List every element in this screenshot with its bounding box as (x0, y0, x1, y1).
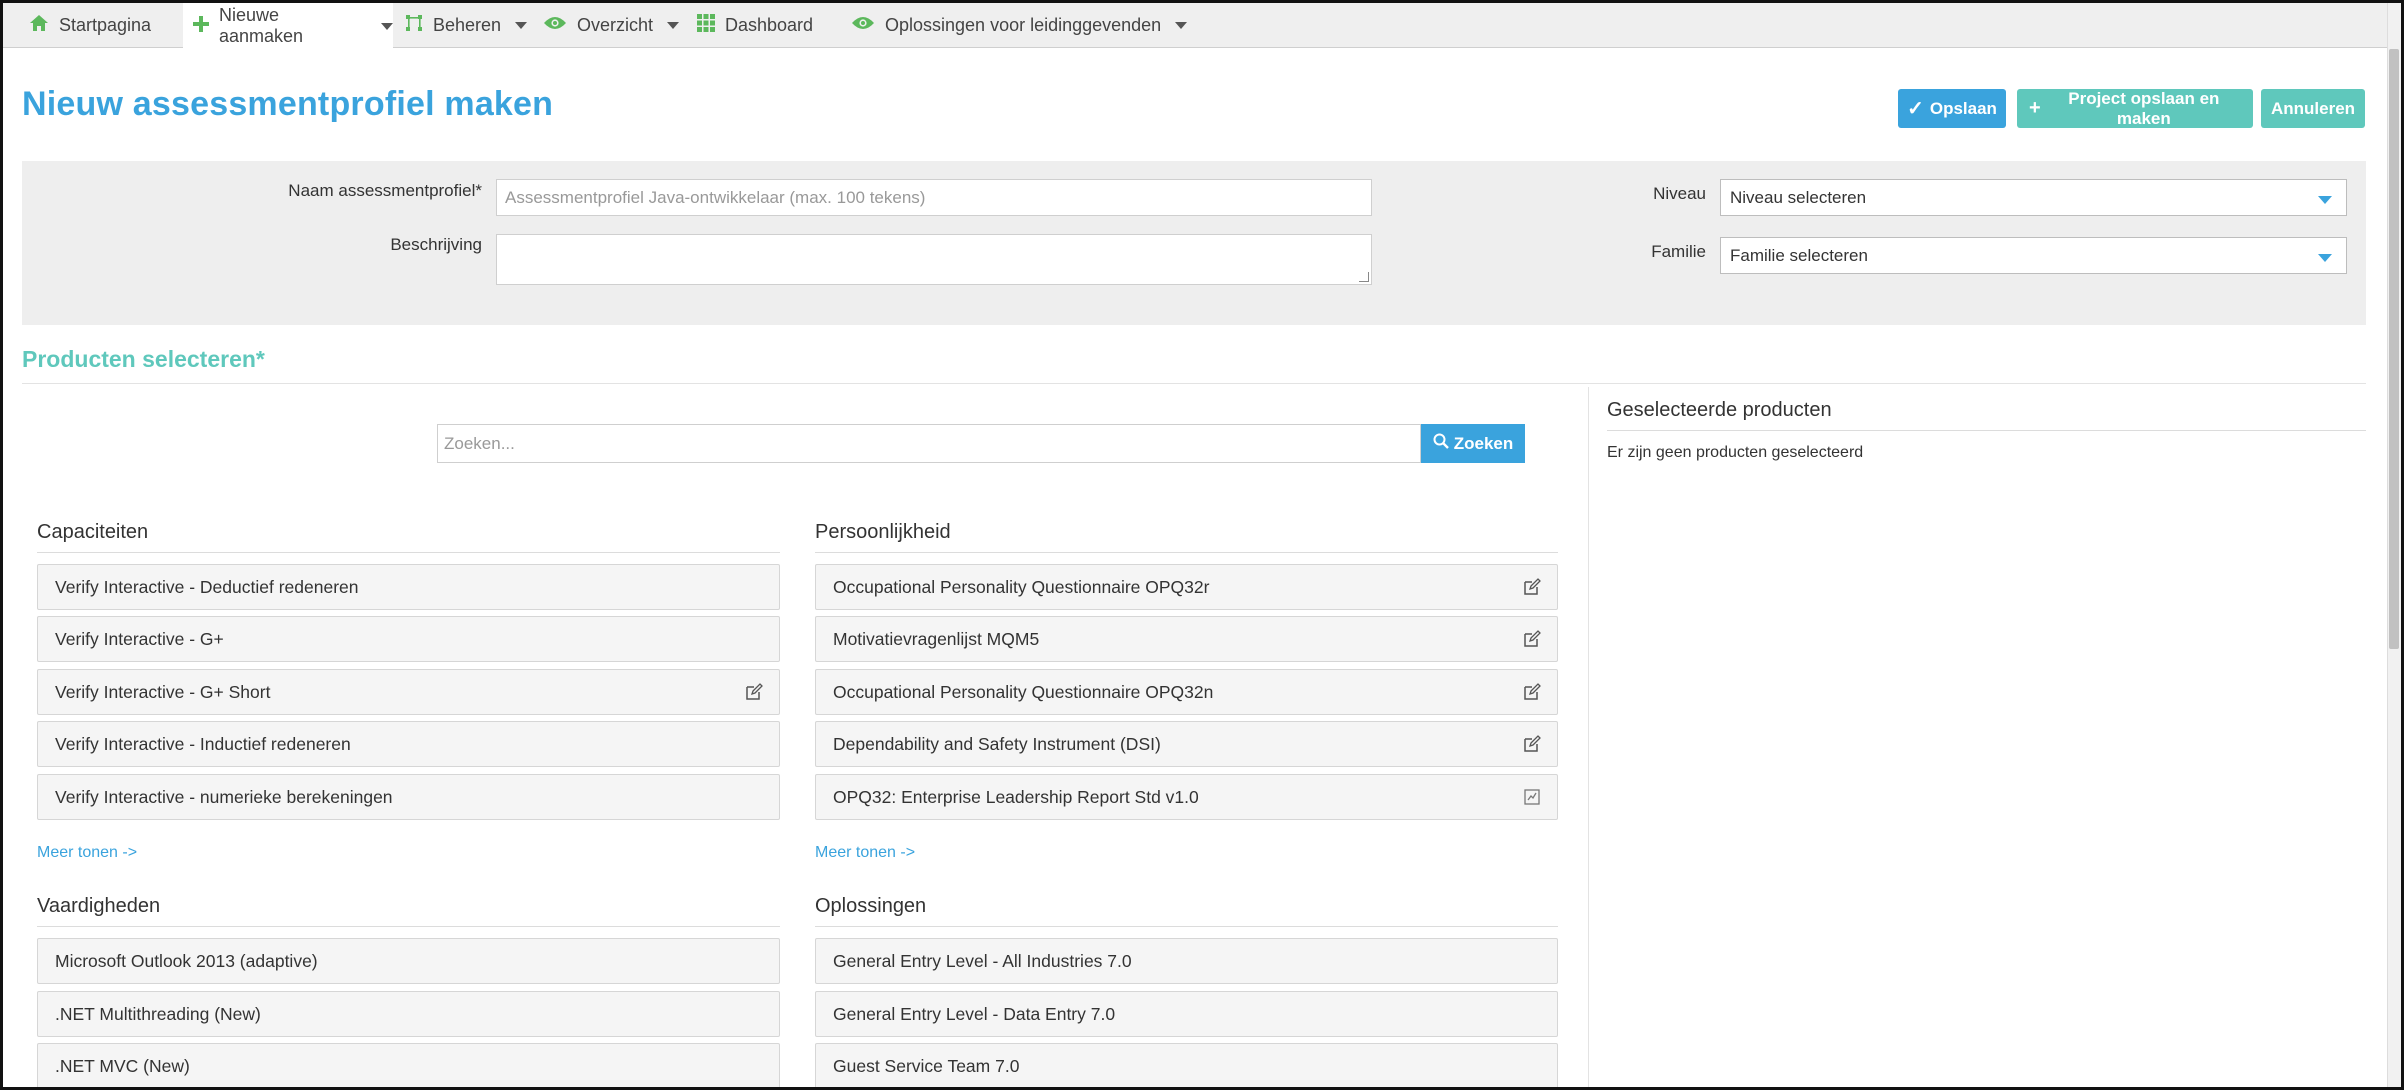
selected-products-empty: Er zijn geen producten geselecteerd (1607, 444, 1864, 461)
eye-icon (851, 15, 875, 36)
family-label: Familie (1651, 242, 1706, 261)
name-label: Naam assessmentprofiel* (288, 181, 482, 200)
product-item[interactable]: OPQ32: Enterprise Leadership Report Std … (815, 774, 1558, 820)
app-window: Startpagina Nieuwe aanmaken Beheren Over… (0, 0, 2404, 1090)
product-item[interactable]: Microsoft Outlook 2013 (adaptive) (37, 938, 780, 984)
nav-beheren[interactable]: Beheren (405, 3, 528, 48)
edit-icon[interactable] (1523, 578, 1541, 596)
product-item[interactable]: .NET Multithreading (New) (37, 991, 780, 1037)
search-button[interactable]: Zoeken (1421, 424, 1525, 463)
nav-label: Dashboard (725, 15, 814, 35)
category-title-capaciteiten: Capaciteiten (37, 521, 149, 543)
nav-label: Overzicht (577, 15, 654, 35)
description-textarea[interactable] (496, 234, 1372, 285)
product-item[interactable]: Verify Interactive - G+ Short (37, 669, 780, 715)
product-item[interactable]: Verify Interactive - Inductief redeneren (37, 721, 780, 767)
edit-icon[interactable] (1523, 630, 1541, 648)
chevron-down-icon (1175, 22, 1188, 29)
product-item[interactable]: Verify Interactive - numerieke berekenin… (37, 774, 780, 820)
nav-oplossingen[interactable]: Oplossingen voor leidinggevenden (851, 3, 1188, 48)
search-icon (1433, 433, 1449, 454)
plus-icon (193, 15, 209, 37)
category-title-vaardigheden: Vaardigheden (37, 895, 161, 917)
resize-grip-icon[interactable] (1359, 272, 1369, 282)
nav-label: Nieuwe aanmaken (219, 5, 304, 46)
product-item[interactable]: Verify Interactive - G+ (37, 616, 780, 662)
product-item[interactable]: Motivatievragenlijst MQM5 (815, 616, 1558, 662)
product-item[interactable]: Verify Interactive - Deductief redeneren (37, 564, 780, 610)
category-title-oplossingen: Oplossingen (815, 895, 927, 917)
chevron-down-icon (667, 22, 680, 29)
cancel-button[interactable]: Annuleren (2261, 89, 2365, 128)
product-item[interactable]: Occupational Personality Questionnaire O… (815, 669, 1558, 715)
nav-label: Startpagina (59, 15, 152, 35)
manage-icon (405, 14, 423, 37)
products-section-title: Producten selecteren* (22, 346, 265, 372)
nav-label: Beheren (433, 15, 502, 35)
check-icon: ✓ (1907, 98, 1924, 120)
chevron-down-icon (381, 22, 393, 30)
scrollbar-thumb[interactable] (2389, 49, 2399, 649)
chevron-down-icon (2318, 254, 2332, 262)
category-divider (37, 926, 780, 927)
plus-icon: + (2029, 97, 2041, 119)
level-label: Niveau (1653, 184, 1706, 203)
edit-icon[interactable] (745, 683, 763, 701)
edit-icon[interactable] (1523, 683, 1541, 701)
top-navigation: Startpagina Nieuwe aanmaken Beheren Over… (3, 3, 2401, 49)
category-title-persoonlijkheid: Persoonlijkheid (815, 521, 951, 543)
category-divider (815, 926, 1558, 927)
nav-nieuwe-aanmaken[interactable]: Nieuwe aanmaken (183, 3, 393, 49)
chevron-down-icon (515, 22, 528, 29)
save-button[interactable]: ✓ Opslaan (1898, 89, 2006, 128)
section-divider (22, 383, 2366, 384)
vertical-scrollbar[interactable] (2387, 3, 2401, 1087)
search-input[interactable]: Zoeken... (437, 424, 1421, 463)
profile-form-panel: Naam assessmentprofiel* Assessmentprofie… (22, 161, 2366, 325)
eye-icon (543, 15, 567, 36)
edit-icon[interactable] (1523, 735, 1541, 753)
save-project-button[interactable]: + Project opslaan en maken (2017, 89, 2253, 128)
family-select[interactable]: Familie selecteren (1720, 237, 2347, 274)
category-divider (815, 552, 1558, 553)
grid-icon (697, 14, 715, 37)
product-item[interactable]: General Entry Level - Data Entry 7.0 (815, 991, 1558, 1037)
nav-startpagina[interactable]: Startpagina (29, 3, 151, 48)
product-item[interactable]: Guest Service Team 7.0 (815, 1043, 1558, 1087)
nav-overzicht[interactable]: Overzicht (543, 3, 680, 48)
product-item[interactable]: Dependability and Safety Instrument (DSI… (815, 721, 1558, 767)
show-more-link[interactable]: Meer tonen -> (815, 844, 915, 862)
selected-divider (1607, 430, 2366, 431)
name-input[interactable]: Assessmentprofiel Java-ontwikkelaar (max… (496, 179, 1372, 216)
show-more-link[interactable]: Meer tonen -> (37, 844, 137, 862)
home-icon (29, 14, 49, 37)
level-select[interactable]: Niveau selecteren (1720, 179, 2347, 216)
report-icon[interactable] (1523, 788, 1541, 806)
nav-label: Oplossingen voor leidinggevenden (885, 15, 1162, 35)
selected-products-title: Geselecteerde producten (1607, 399, 1832, 421)
chevron-down-icon (2318, 196, 2332, 204)
product-item[interactable]: .NET MVC (New) (37, 1043, 780, 1087)
description-label: Beschrijving (390, 235, 482, 254)
nav-dashboard[interactable]: Dashboard (697, 3, 813, 48)
product-item[interactable]: General Entry Level - All Industries 7.0 (815, 938, 1558, 984)
page-title: Nieuw assessmentprofiel maken (22, 85, 554, 123)
product-item[interactable]: Occupational Personality Questionnaire O… (815, 564, 1558, 610)
column-divider (1588, 387, 1589, 1087)
category-divider (37, 552, 780, 553)
